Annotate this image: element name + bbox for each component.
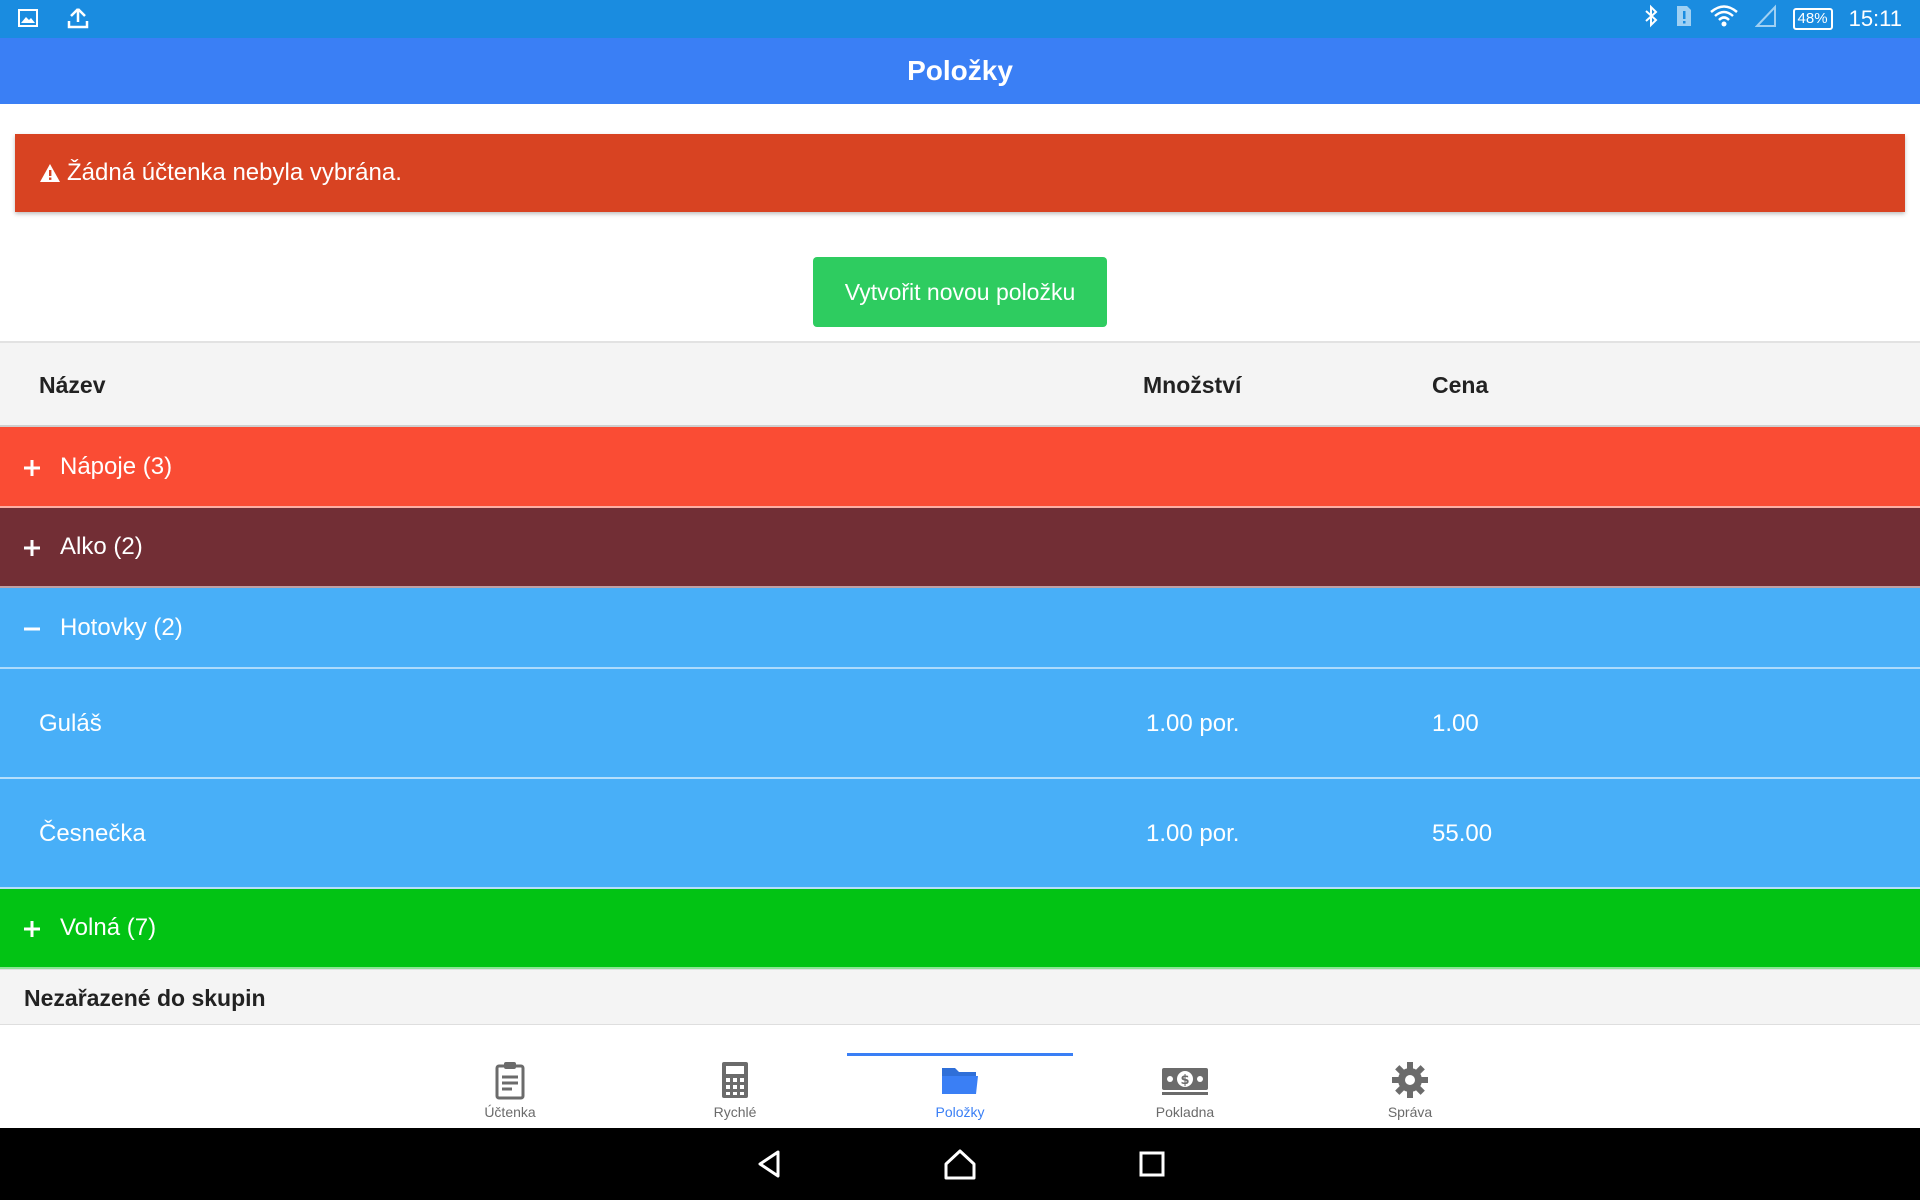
- alert-text: Žádná účtenka nebyla vybrána.: [67, 159, 402, 186]
- item-name: Česnečka: [39, 820, 146, 847]
- ungrouped-section-header: Nezařazené do skupin: [0, 969, 1920, 1025]
- item-quantity: 1.00 por.: [1146, 820, 1240, 847]
- battery-icon: 48%: [1792, 7, 1833, 30]
- calculator-icon: [722, 1062, 748, 1098]
- upload-icon: [66, 6, 90, 35]
- group-row-hotovky[interactable]: Hotovky (2): [0, 588, 1920, 669]
- app-bar: Položky: [0, 38, 1920, 104]
- table-header: Název Množství Cena: [0, 341, 1920, 427]
- item-price: 1.00: [1432, 710, 1479, 737]
- warning-icon: [39, 163, 61, 183]
- bluetooth-icon: [1643, 4, 1659, 33]
- folder-icon: [942, 1068, 978, 1094]
- nav-label: Správa: [1387, 1104, 1433, 1120]
- plus-icon: [22, 457, 42, 477]
- nav-tab-pokladna[interactable]: $ Pokladna: [1105, 1060, 1265, 1120]
- status-bar: 48% 15:11: [0, 0, 1920, 38]
- clipboard-icon: [495, 1062, 525, 1100]
- signal-icon: [1754, 4, 1777, 33]
- group-label: Alko (2): [60, 533, 143, 560]
- column-header-quantity: Množství: [1143, 372, 1242, 398]
- group-row-napoje[interactable]: Nápoje (3): [0, 427, 1920, 508]
- gear-icon: [1392, 1062, 1428, 1098]
- column-header-name: Název: [39, 372, 106, 398]
- page-title: Položky: [907, 55, 1013, 86]
- back-icon[interactable]: [752, 1146, 788, 1182]
- nav-tab-uctenka[interactable]: Účtenka: [430, 1060, 590, 1120]
- nav-label: Účtenka: [484, 1104, 536, 1120]
- minus-icon: [22, 618, 42, 638]
- nav-tab-sprava[interactable]: Správa: [1330, 1060, 1490, 1120]
- group-label: Volná (7): [60, 914, 157, 941]
- clock: 15:11: [1848, 5, 1902, 31]
- recents-icon[interactable]: [1134, 1146, 1170, 1182]
- nav-label: Pokladna: [1155, 1104, 1215, 1120]
- bottom-nav: Účtenka Rychlé Položky $ Pokladna Správa: [0, 1026, 1920, 1128]
- column-header-price: Cena: [1432, 372, 1489, 398]
- group-row-volna[interactable]: Volná (7): [0, 889, 1920, 969]
- nav-tab-polozky[interactable]: Položky: [880, 1060, 1040, 1120]
- home-icon[interactable]: [942, 1146, 978, 1182]
- group-label: Nápoje (3): [60, 452, 173, 480]
- cash-icon: $: [1162, 1068, 1208, 1095]
- no-receipt-alert: Žádná účtenka nebyla vybrána.: [15, 134, 1905, 212]
- table-row[interactable]: Guláš 1.00 por. 1.00: [0, 669, 1920, 779]
- wifi-icon: [1709, 4, 1739, 33]
- item-name: Guláš: [39, 710, 102, 737]
- group-label: Hotovky (2): [60, 613, 183, 641]
- image-icon: [18, 8, 38, 33]
- plus-icon: [22, 918, 42, 938]
- active-tab-indicator: [847, 1053, 1073, 1056]
- nav-label: Rychlé: [713, 1104, 757, 1120]
- item-quantity: 1.00 por.: [1146, 710, 1240, 737]
- nav-tab-rychle[interactable]: Rychlé: [655, 1060, 815, 1120]
- sim-alert-icon: [1675, 4, 1693, 33]
- plus-icon: [22, 537, 42, 557]
- group-row-alko[interactable]: Alko (2): [0, 508, 1920, 588]
- item-price: 55.00: [1432, 820, 1493, 847]
- svg-text:$: $: [1180, 1073, 1189, 1088]
- nav-label: Položky: [935, 1104, 985, 1120]
- create-item-button[interactable]: Vytvořit novou položku: [813, 257, 1107, 327]
- system-nav-bar: [0, 1128, 1920, 1200]
- table-row[interactable]: Česnečka 1.00 por. 55.00: [0, 779, 1920, 889]
